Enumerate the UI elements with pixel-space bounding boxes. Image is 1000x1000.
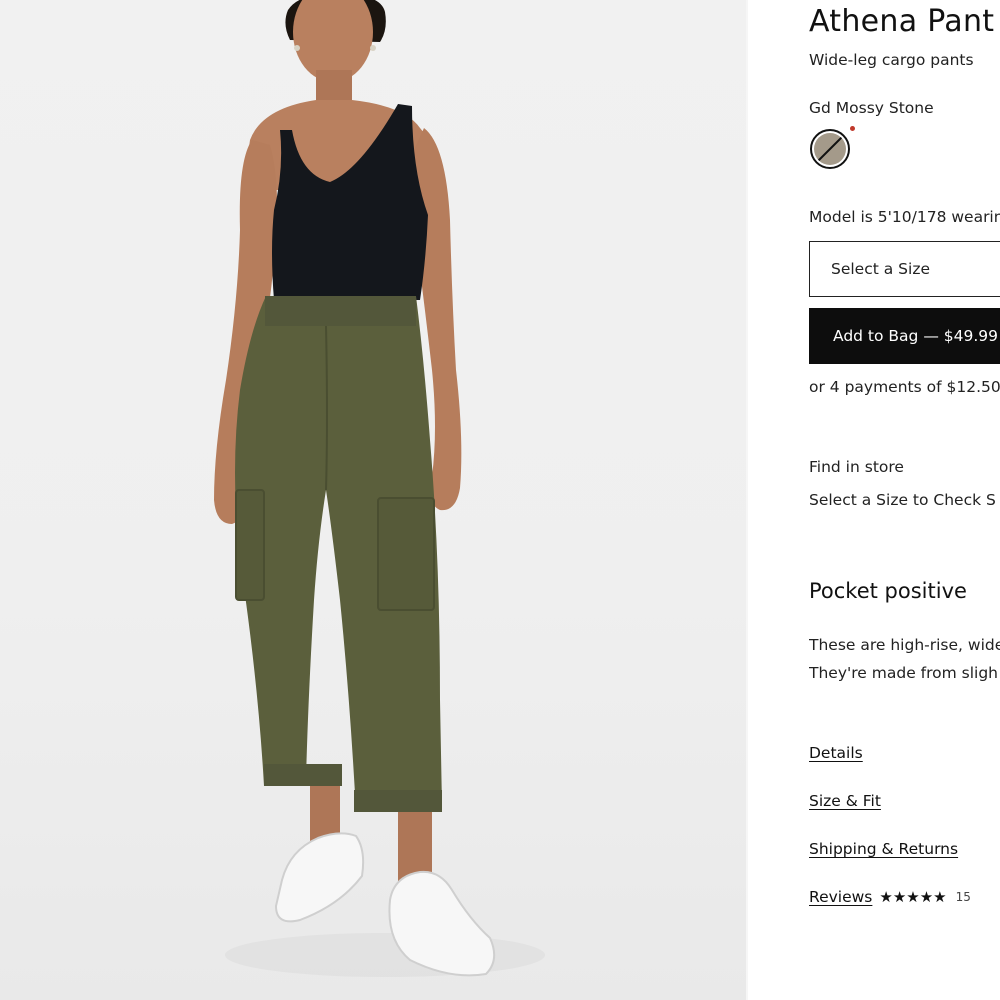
check-store-link[interactable]: Select a Size to Check S: [809, 491, 996, 509]
color-name: Gd Mossy Stone: [809, 99, 934, 117]
description-line-2: They're made from sligh: [809, 664, 999, 682]
star-rating-icon: ★★★★★: [879, 888, 947, 906]
find-in-store-label: Find in store: [809, 458, 904, 476]
description-line-1: These are high-rise, wide: [809, 636, 1000, 654]
model-illustration: [214, 0, 545, 977]
installment-payments: or 4 payments of $12.50: [809, 378, 1000, 396]
panel-divider: [746, 0, 748, 1000]
reviews-row: Reviews ★★★★★ 15: [809, 888, 971, 906]
swatch-fill: [814, 133, 846, 165]
right-cargo-pocket: [377, 497, 435, 611]
size-select[interactable]: Select a Size: [809, 241, 1000, 297]
details-link[interactable]: Details: [809, 744, 863, 762]
product-subtitle: Wide-leg cargo pants: [809, 51, 974, 69]
model-info: Model is 5'10/178 wearing: [809, 208, 1000, 226]
swatch-indicator-dot: [850, 126, 855, 131]
product-photo: [0, 0, 746, 1000]
size-fit-link[interactable]: Size & Fit: [809, 792, 881, 810]
left-sneaker: [274, 832, 365, 923]
review-count: 15: [955, 890, 971, 904]
left-cargo-pocket: [235, 489, 265, 601]
add-to-bag-button[interactable]: Add to Bag — $49.99: [809, 308, 1000, 364]
product-title: Athena Pant: [809, 4, 995, 39]
product-info-panel: Athena Pant Wide-leg cargo pants Gd Moss…: [809, 0, 1000, 1000]
description-headline: Pocket positive: [809, 579, 967, 603]
reviews-link[interactable]: Reviews: [809, 888, 872, 906]
color-swatch[interactable]: [810, 129, 850, 169]
head: [293, 0, 373, 82]
shipping-returns-link[interactable]: Shipping & Returns: [809, 840, 958, 858]
